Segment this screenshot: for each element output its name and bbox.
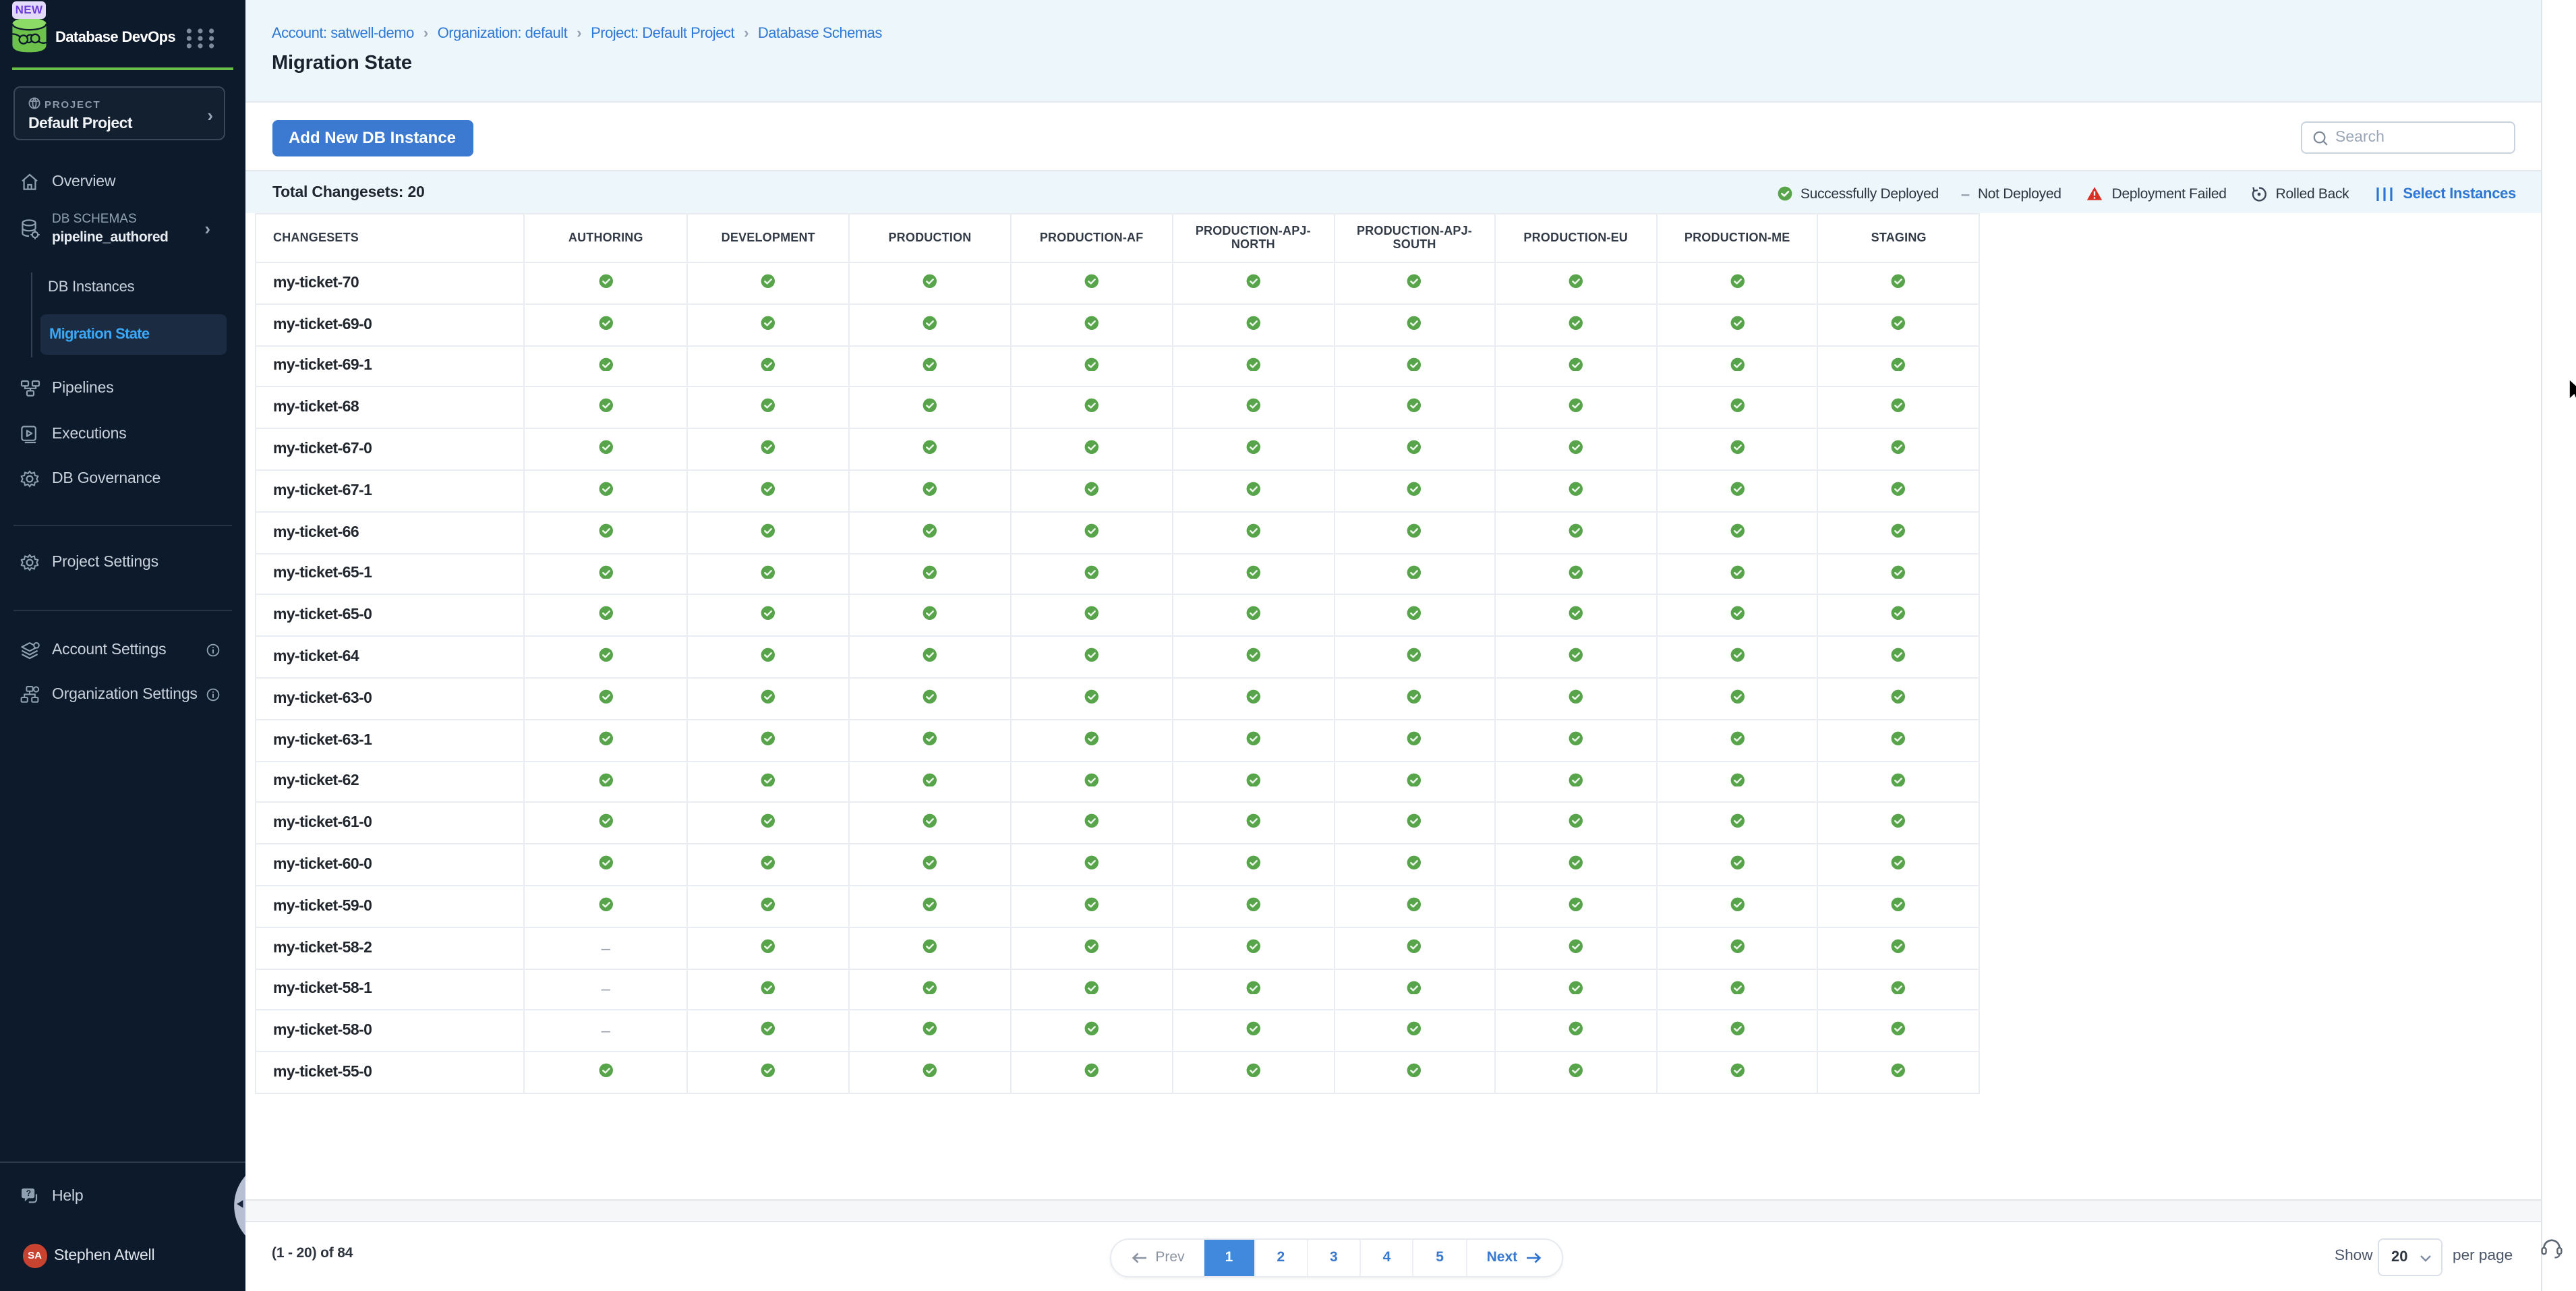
svg-text:?: ? [26,1188,31,1197]
